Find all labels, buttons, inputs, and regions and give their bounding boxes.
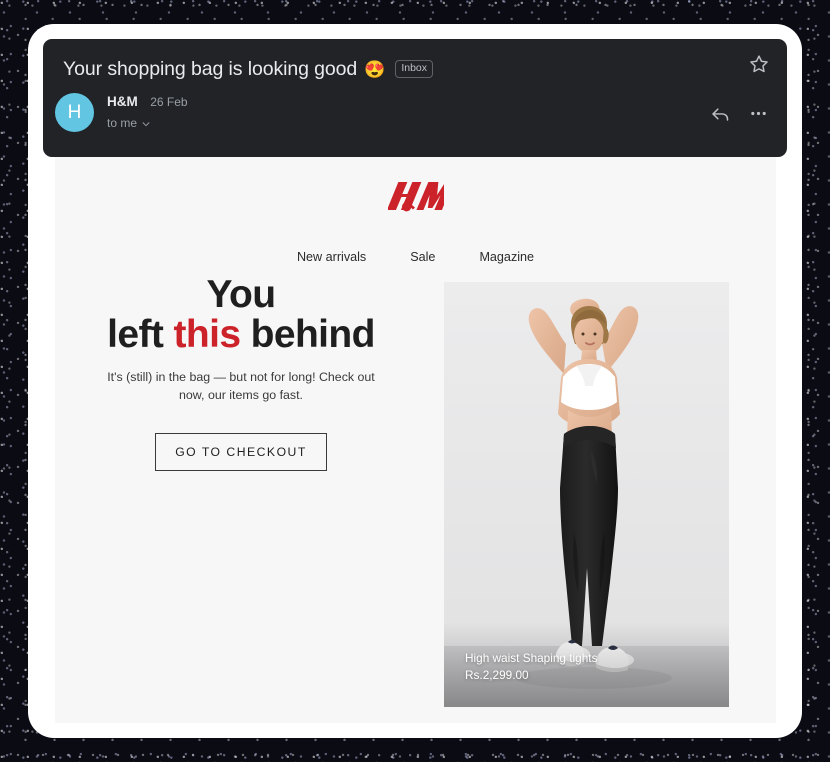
promo-headline: You left this behind: [61, 273, 421, 355]
cta-container: GO TO CHECKOUT: [61, 432, 421, 471]
mail-window-card: Your shopping bag is looking good 😍 Inbo…: [28, 24, 802, 738]
hm-logo-icon: [55, 179, 776, 215]
nav-link-magazine[interactable]: Magazine: [479, 250, 534, 264]
headline-left: left: [107, 313, 174, 357]
headline-line-2: left this behind: [61, 315, 421, 355]
nav-link-sale[interactable]: Sale: [410, 250, 435, 264]
go-to-checkout-button[interactable]: GO TO CHECKOUT: [155, 432, 327, 471]
recipient-toggle[interactable]: to me: [107, 116, 188, 130]
sender-meta: H&M 26 Feb to me: [107, 93, 188, 130]
email-nav: New arrivals Sale Magazine: [55, 250, 776, 264]
subject-row: Your shopping bag is looking good 😍 Inbo…: [63, 49, 767, 89]
headline-this-highlight: this: [173, 313, 241, 357]
smiling-face-with-hearts-icon: 😍: [364, 59, 386, 79]
product-image[interactable]: High waist Shaping tights Rs.2,299.00: [444, 282, 729, 707]
header-actions: [710, 103, 769, 124]
headline-line-1: You: [206, 273, 277, 316]
page-title: Your shopping bag is looking good: [63, 57, 358, 80]
email-body: New arrivals Sale Magazine You left this…: [55, 157, 776, 723]
headline-behind: behind: [240, 313, 376, 357]
sent-date: 26 Feb: [150, 95, 188, 109]
mail-header: Your shopping bag is looking good 😍 Inbo…: [43, 39, 787, 157]
more-options-icon[interactable]: [748, 103, 769, 124]
promo-subcopy: It's (still) in the bag — but not for lo…: [107, 370, 375, 402]
sender-row: H H&M 26 Feb to me: [55, 89, 773, 147]
chevron-down-icon: [141, 118, 151, 128]
sender-name: H&M: [107, 94, 138, 109]
promo-content: You left this behind It's (still) in the…: [61, 273, 421, 471]
star-icon[interactable]: [748, 53, 770, 75]
reply-icon[interactable]: [710, 103, 731, 124]
recipient-label: to me: [107, 116, 138, 130]
nav-link-new-arrivals[interactable]: New arrivals: [297, 250, 366, 264]
inbox-label-badge: Inbox: [395, 60, 433, 78]
avatar: H: [55, 93, 94, 132]
